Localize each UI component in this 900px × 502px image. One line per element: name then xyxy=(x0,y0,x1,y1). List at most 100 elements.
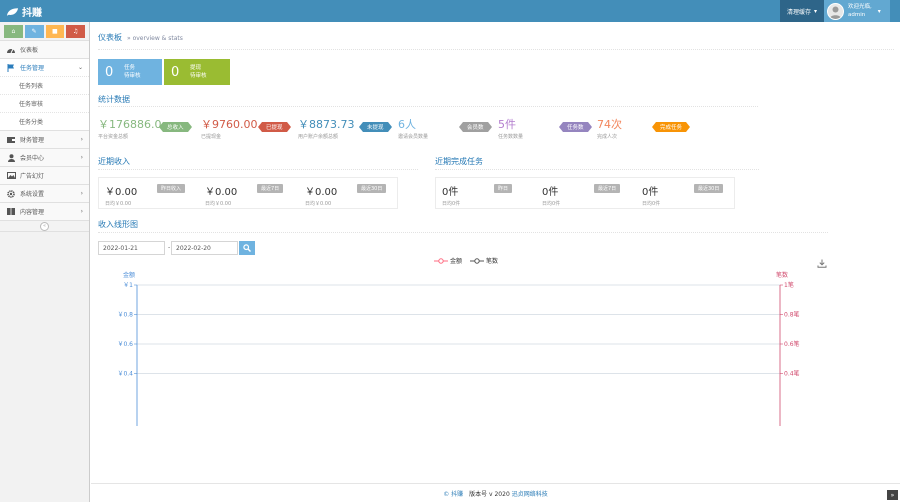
double-chevron-left-icon: « xyxy=(40,221,49,231)
shortcut-home-button[interactable]: ⌂ xyxy=(4,24,23,38)
logo[interactable]: 抖赚 xyxy=(6,4,42,19)
recent-stat-label: 日均￥0.00 xyxy=(205,201,232,207)
sidebar-subitem-task-review[interactable]: 任务审核 xyxy=(0,94,89,112)
stat-card: ￥176886.0 平台资金总额 xyxy=(98,118,162,143)
stat-card: 74次 完成人次 xyxy=(597,118,622,143)
sidebar-subitem-label: 任务审核 xyxy=(19,101,44,108)
chevron-right-icon: › xyxy=(80,208,83,215)
stat-badge: 已提现 xyxy=(258,122,290,132)
flag-icon xyxy=(6,63,16,72)
user-menu[interactable]: 欢迎光临, admin ▾ xyxy=(824,0,890,22)
recent-stat-badge: 最近30日 xyxy=(357,184,387,193)
stat-label: 邀请会员数量 xyxy=(398,134,429,140)
recent-stat-value: ￥0.00 xyxy=(305,187,338,198)
infobox-number: 0 xyxy=(171,64,180,80)
stat-value: 5件 xyxy=(498,118,516,131)
sidebar-item-label: 任务管理 xyxy=(20,65,45,72)
main-content: 仪表板 » overview & stats 0 任务 待审核 0 提现待审核 统… xyxy=(91,22,900,502)
tasks-panel: 0件 日均0件 昨日 0件 日均0件 最近7日 0件 日均0件 最近30日 xyxy=(435,177,735,209)
username: admin xyxy=(848,12,866,18)
stat-label: 任务数数量 xyxy=(498,134,524,140)
tasks-section-title: 近期完成任务 xyxy=(435,157,483,166)
legend-item-amount[interactable]: 金额 xyxy=(434,256,462,265)
clear-cache-button[interactable]: 清理缓存 ▾ xyxy=(780,0,824,22)
shortcut-users-button[interactable]: ■ xyxy=(45,24,65,38)
stat-label: 用户账户余额总额 xyxy=(298,134,339,140)
sidebar-item-label: 仪表板 xyxy=(20,47,39,54)
footer-company-link[interactable]: 迅贞网络科技 xyxy=(512,489,548,498)
sidebar-item-ads[interactable]: 广告幻灯 xyxy=(0,166,89,184)
scroll-top-button[interactable]: » xyxy=(887,490,898,500)
sidebar-item-finance[interactable]: 财务管理 › xyxy=(0,130,89,148)
stat-badge: 总收入 xyxy=(159,122,191,132)
clear-cache-label: 清理缓存 xyxy=(786,8,811,16)
recent-stat-label: 日均￥0.00 xyxy=(305,201,332,207)
infobox-label: 任务 xyxy=(124,65,136,71)
infobox-withdraw-pending[interactable]: 0 提现待审核 xyxy=(164,59,230,85)
recent-stat-cell: ￥0.00 日均￥0.00 xyxy=(105,178,201,208)
stat-card: ￥9760.00 已提现金 xyxy=(201,118,258,143)
date-from-input[interactable]: 2022-01-21 xyxy=(98,241,165,255)
income-section-title: 近期收入 xyxy=(98,157,130,166)
y-tick-label-right: 0.6笔 xyxy=(784,340,800,348)
sidebar-item-label: 广告幻灯 xyxy=(20,173,45,180)
shortcut-buttons: ⌂ ✎ ■ ♫ xyxy=(0,22,89,40)
page-subtitle: » overview & stats xyxy=(127,35,183,42)
divider xyxy=(98,169,418,170)
legend-item-count[interactable]: 笔数 xyxy=(470,256,498,265)
stat-card: 5件任务数数量 xyxy=(498,118,523,143)
income-line-chart: 金额 笔数 ￥1 1笔 ￥0.8 0.8笔 ￥0.6 0.6笔 ￥0.4 0.4笔 xyxy=(117,271,800,426)
sidebar-collapse[interactable]: « xyxy=(0,220,89,232)
date-to-input[interactable]: 2022-02-20 xyxy=(171,241,238,255)
dashboard-icon xyxy=(6,46,16,53)
recent-stat-label: 日均0件 xyxy=(442,201,461,207)
stat-badge: 会员数 xyxy=(459,122,491,132)
page-title: 仪表板 xyxy=(98,33,122,42)
image-icon xyxy=(6,172,16,179)
search-button[interactable] xyxy=(239,241,255,255)
sidebar-item-members[interactable]: 会员中心 › xyxy=(0,148,89,166)
shortcut-bell-button[interactable]: ♫ xyxy=(66,24,85,38)
logo-text: 抖赚 xyxy=(22,8,42,19)
shortcut-edit-button[interactable]: ✎ xyxy=(24,24,44,38)
infobox-label: 提现 xyxy=(190,65,202,71)
recent-stat-value: 0件 xyxy=(442,187,459,198)
stat-badge: 完成任务 xyxy=(651,122,691,132)
bell-icon: ♫ xyxy=(72,27,79,35)
sidebar-subitem-task-list[interactable]: 任务列表 xyxy=(0,76,89,94)
recent-stat-value: ￥0.00 xyxy=(105,187,138,198)
recent-stat-cell: 0件 日均0件 xyxy=(542,178,638,208)
home-icon: ⌂ xyxy=(11,27,16,35)
wallet-icon xyxy=(6,136,16,143)
divider xyxy=(98,106,758,107)
infobox-task-pending[interactable]: 0 任务 待审核 xyxy=(98,59,162,85)
recent-stat-badge: 最近7日 xyxy=(594,184,621,193)
divider xyxy=(98,49,894,50)
sidebar-subitem-task-category[interactable]: 任务分类 xyxy=(0,112,89,130)
double-chevron-up-icon: » xyxy=(890,491,895,499)
recent-stat-value: ￥0.00 xyxy=(205,187,238,198)
sidebar-subitem-label: 任务分类 xyxy=(19,119,44,126)
infobox-sublabel: 待审核 xyxy=(190,73,207,79)
caret-down-icon: ▾ xyxy=(814,7,818,15)
divider xyxy=(435,169,759,170)
sidebar-subitem-label: 任务列表 xyxy=(19,83,44,90)
sidebar-item-dashboard[interactable]: 仪表板 xyxy=(0,40,89,58)
recent-stat-cell: ￥0.00 日均￥0.00 xyxy=(205,178,301,208)
avatar xyxy=(827,2,844,20)
users-icon: ■ xyxy=(52,27,58,35)
legend-label: 金额 xyxy=(450,258,463,265)
stat-label: 平台资金总额 xyxy=(98,134,129,140)
stats-section-title: 统计数据 xyxy=(98,95,130,104)
stat-badge: 未提现 xyxy=(359,122,391,132)
welcome-text: 欢迎光临, xyxy=(848,4,872,10)
sidebar-item-tasks[interactable]: 任务管理 ⌄ xyxy=(0,58,89,76)
recent-stat-label: 日均0件 xyxy=(542,201,561,207)
pencil-icon: ✎ xyxy=(31,27,37,35)
sidebar-item-content[interactable]: 内容管理 › xyxy=(0,202,89,220)
y-tick-label-right: 0.4笔 xyxy=(784,370,800,378)
y-tick-label-left: ￥0.6 xyxy=(117,341,133,348)
leaf-icon xyxy=(6,7,19,16)
sidebar-item-settings[interactable]: 系统设置 › xyxy=(0,184,89,202)
chevron-right-icon: › xyxy=(80,154,83,161)
